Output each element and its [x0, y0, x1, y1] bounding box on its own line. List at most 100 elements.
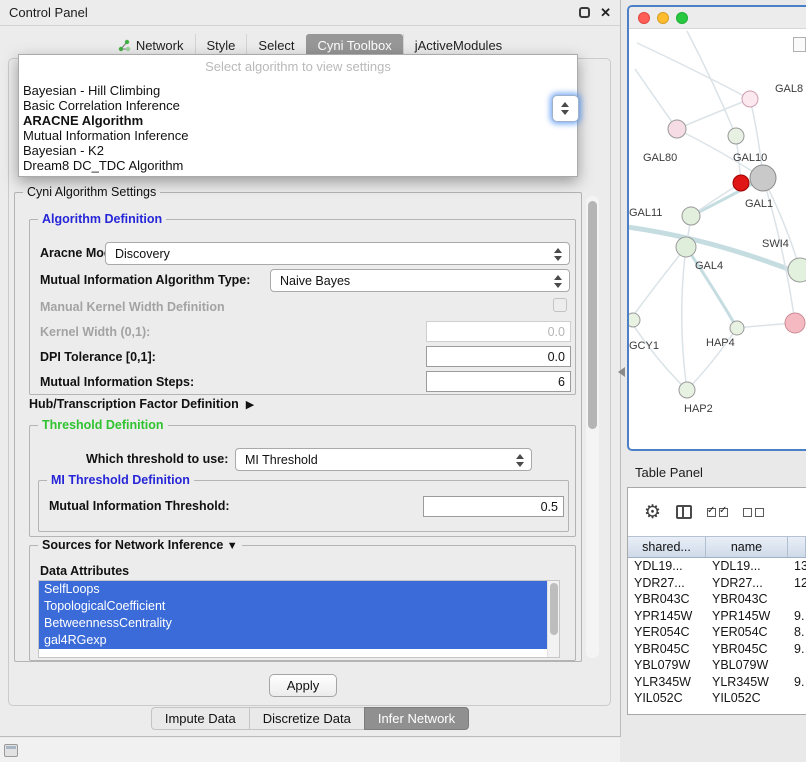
network-edge[interactable]	[677, 99, 750, 129]
network-node[interactable]	[733, 175, 749, 191]
algorithm-combo-button[interactable]	[552, 95, 579, 122]
which-threshold-label: Which threshold to use:	[86, 452, 228, 466]
table-row[interactable]: YIL052CYIL052C	[628, 690, 806, 707]
aracne-mode-select[interactable]: Discovery	[105, 242, 570, 265]
node-label: HAP4	[706, 337, 735, 349]
column-header[interactable]: name	[706, 537, 788, 557]
network-node[interactable]	[788, 258, 806, 282]
algorithm-option-selected[interactable]: ARACNE Algorithm	[19, 113, 577, 128]
table-cell	[788, 591, 806, 608]
node-label: SWI4	[762, 238, 789, 250]
algorithm-option[interactable]: Mutual Information Inference	[19, 128, 577, 143]
attribute-item[interactable]: TopologicalCoefficient	[39, 598, 549, 615]
table-cell: YBR045C	[706, 641, 788, 658]
hub-definition-expander[interactable]: Hub/Transcription Factor Definition ▶	[29, 397, 254, 411]
network-node[interactable]	[682, 207, 700, 225]
network-node[interactable]	[676, 237, 696, 257]
desktop: Control Panel ✕ Network Style Select Cyn…	[0, 0, 806, 762]
combo-arrows-icon	[516, 454, 525, 467]
table-row[interactable]: YER054CYER054C8.	[628, 624, 806, 641]
network-icon	[118, 39, 131, 52]
zoom-traffic-light[interactable]	[676, 12, 688, 24]
minimize-traffic-light[interactable]	[657, 12, 669, 24]
field-value: 6	[558, 375, 565, 389]
scrollbar-thumb[interactable]	[550, 583, 558, 635]
tab-impute-data[interactable]: Impute Data	[151, 707, 249, 730]
attribute-item[interactable]: gal4RGexp	[39, 632, 549, 649]
table-panel-window: ⚙ shared... name YDL19...YDL19...13YDR27…	[627, 487, 806, 715]
network-view-window: GAL8GAL80GAL10GAL11GAL1SWI4GAL4GCY1HAP4H…	[627, 5, 806, 451]
network-node[interactable]	[728, 128, 744, 144]
algorithm-option[interactable]: Bayesian - Hill Climbing	[19, 83, 577, 98]
network-node[interactable]	[668, 120, 686, 138]
mi-steps-input[interactable]: 6	[426, 371, 571, 392]
network-canvas[interactable]: GAL8GAL80GAL10GAL11GAL1SWI4GAL4GCY1HAP4H…	[629, 29, 806, 451]
table-row[interactable]: YLR345WYLR345W9.	[628, 674, 806, 691]
network-edge[interactable]	[763, 178, 800, 270]
deselect-all-icon[interactable]	[743, 508, 764, 517]
network-node[interactable]	[785, 313, 805, 333]
table-cell	[788, 657, 806, 674]
settings-scrollbar[interactable]	[586, 196, 599, 658]
table-cell: 8.	[788, 624, 806, 641]
tab-label: jActiveModules	[415, 38, 502, 53]
group-title: MI Threshold Definition	[47, 473, 194, 487]
panel-dock-icon[interactable]	[4, 744, 18, 757]
table-row[interactable]: YPR145WYPR145W9.	[628, 608, 806, 625]
network-node[interactable]	[679, 382, 695, 398]
network-edge[interactable]	[635, 69, 677, 129]
which-threshold-select[interactable]: MI Threshold	[235, 448, 532, 471]
mi-algorithm-type-select[interactable]: Naive Bayes	[270, 269, 570, 292]
network-node[interactable]	[629, 313, 640, 327]
network-node[interactable]	[750, 165, 776, 191]
table-cell: YLR345W	[706, 674, 788, 691]
table-row[interactable]: YDL19...YDL19...13	[628, 558, 806, 575]
algorithm-option[interactable]: Bayesian - K2	[19, 143, 577, 158]
table-cell: YBR043C	[706, 591, 788, 608]
select-all-icon[interactable]	[707, 508, 728, 517]
table-row[interactable]: YDR27...YDR27...12	[628, 575, 806, 592]
table-cell: YBR043C	[628, 591, 706, 608]
table-cell: YDL19...	[706, 558, 788, 575]
network-edge[interactable]	[687, 31, 736, 136]
table-row[interactable]: YBL079WYBL079W	[628, 657, 806, 674]
collapse-icon: ▼	[227, 540, 238, 552]
columns-icon[interactable]	[676, 505, 692, 519]
attribute-list-scrollbar[interactable]	[547, 581, 559, 657]
table-cell: YER054C	[706, 624, 788, 641]
column-header[interactable]: shared...	[628, 537, 706, 557]
network-edge[interactable]	[637, 43, 750, 99]
table-row[interactable]: YBR045CYBR045C9.	[628, 641, 806, 658]
close-icon[interactable]: ✕	[600, 7, 611, 18]
network-node[interactable]	[730, 321, 744, 335]
column-header[interactable]	[788, 537, 806, 557]
birdseye-view-box[interactable]	[793, 37, 806, 52]
tab-discretize-data[interactable]: Discretize Data	[249, 707, 364, 730]
table-row[interactable]: YBR043CYBR043C	[628, 591, 806, 608]
scrollbar-thumb[interactable]	[588, 201, 597, 429]
float-window-icon[interactable]	[579, 7, 590, 18]
table-cell: YBL079W	[628, 657, 706, 674]
network-edge[interactable]	[682, 247, 687, 390]
mi-threshold-input[interactable]: 0.5	[423, 496, 564, 517]
sources-expander[interactable]: Sources for Network Inference ▼	[38, 538, 242, 552]
apply-button[interactable]: Apply	[269, 674, 337, 697]
algorithm-option[interactable]: Basic Correlation Inference	[19, 98, 577, 113]
mi-threshold-definition-group: MI Threshold Definition Mutual Informati…	[38, 480, 569, 532]
network-edge[interactable]	[630, 320, 687, 390]
network-edge[interactable]	[630, 247, 686, 320]
dpi-tolerance-input[interactable]: 0.0	[426, 346, 571, 367]
network-node[interactable]	[742, 91, 758, 107]
table-panel-title: Table Panel	[635, 465, 703, 480]
mi-steps-label: Mutual Information Steps:	[40, 375, 194, 389]
expand-icon: ▶	[246, 398, 254, 411]
panel-divider-collapse-icon[interactable]	[618, 367, 625, 377]
selected-value: MI Threshold	[245, 453, 318, 467]
tab-infer-network[interactable]: Infer Network	[364, 707, 469, 730]
field-value: 0.0	[548, 325, 565, 339]
close-traffic-light[interactable]	[638, 12, 650, 24]
algorithm-option[interactable]: Dream8 DC_TDC Algorithm	[19, 158, 577, 173]
attribute-item[interactable]: BetweennessCentrality	[39, 615, 549, 632]
gear-icon[interactable]: ⚙	[644, 503, 661, 522]
attribute-item[interactable]: SelfLoops	[39, 581, 549, 598]
